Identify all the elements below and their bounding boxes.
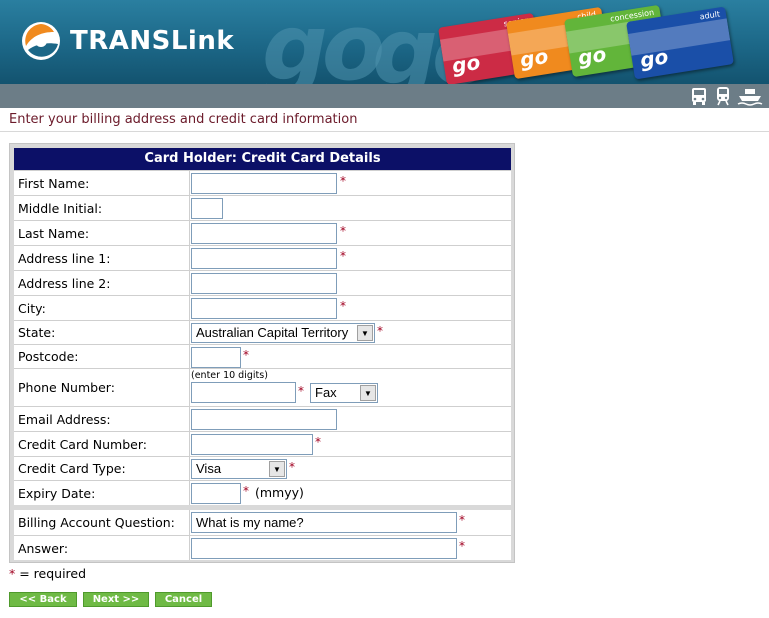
go-card-logo: go [450,49,482,78]
expiry-date-label: Expiry Date: [14,481,190,505]
row-cc-number: Credit Card Number: * [14,431,511,456]
back-button[interactable]: << Back [9,592,77,607]
middle-initial-label: Middle Initial: [14,196,190,220]
state-label: State: [14,321,190,344]
last-name-input[interactable] [191,223,337,244]
cc-type-selected-value: Visa [196,461,222,476]
required-legend: * = required [9,566,86,581]
required-marker: * [315,435,321,449]
row-postcode: Postcode: * [14,344,511,368]
phone-hint: (enter 10 digits) [191,370,268,381]
required-marker: * [340,174,346,188]
chevron-down-icon[interactable]: ▼ [269,461,285,477]
required-marker: * [377,324,383,338]
required-marker: * [340,299,346,313]
cancel-button[interactable]: Cancel [155,592,212,607]
row-answer: Answer: * [14,535,511,560]
credit-card-type-select[interactable]: Visa ▼ [191,459,287,479]
address-line-2-input[interactable] [191,273,337,294]
credit-card-number-input[interactable] [191,434,313,455]
go-card-logo: go [576,41,608,70]
required-legend-text: = required [15,566,87,581]
expiry-date-input[interactable] [191,483,241,504]
row-email: Email Address: [14,406,511,431]
row-phone: Phone Number: (enter 10 digits) * Fax ▼ [14,368,511,406]
answer-input[interactable] [191,538,457,559]
row-cc-type: Credit Card Type: Visa ▼ * [14,456,511,480]
brand-name: TRANSLink [70,26,235,56]
required-marker: * [340,249,346,263]
required-marker: * [298,384,304,398]
required-marker: * [289,460,295,474]
row-last-name: Last Name: * [14,220,511,245]
answer-label: Answer: [14,536,190,560]
address-line-2-label: Address line 2: [14,271,190,295]
chevron-down-icon[interactable]: ▼ [360,385,376,401]
navigation-buttons: << Back Next >> Cancel [9,592,218,607]
phone-number-label: Phone Number: [14,369,190,406]
credit-card-number-label: Credit Card Number: [14,432,190,456]
phone-number-input[interactable] [191,382,296,403]
state-select[interactable]: Australian Capital Territory ▼ [191,323,375,343]
row-address-1: Address line 1: * [14,245,511,270]
address-line-1-label: Address line 1: [14,246,190,270]
billing-question-label: Billing Account Question: [14,510,190,535]
translink-logo-icon [22,22,60,60]
required-marker: * [459,539,465,553]
email-address-label: Email Address: [14,407,190,431]
go-card-logo: go [518,43,550,72]
middle-initial-input[interactable] [191,198,223,219]
go-card-logo: go [638,44,670,73]
row-billing-question: Billing Account Question: What is my nam… [14,510,511,535]
transport-mode-icons [689,86,763,106]
required-marker: * [243,348,249,362]
ferry-icon [737,86,763,106]
expiry-format-hint: (mmyy) [255,485,304,500]
postcode-input[interactable] [191,347,241,368]
first-name-label: First Name: [14,171,190,195]
required-marker: * [340,224,346,238]
required-marker: * [459,513,465,527]
row-middle-initial: Middle Initial: [14,195,511,220]
row-state: State: Australian Capital Territory ▼ * [14,320,511,344]
email-address-input[interactable] [191,409,337,430]
page-instruction: Enter your billing address and credit ca… [9,112,358,127]
translink-logo[interactable]: TRANSLink [20,20,234,62]
row-expiry: Expiry Date: * (mmyy) [14,480,511,505]
billing-question-input[interactable]: What is my name? [191,512,457,533]
row-first-name: First Name: * [14,170,511,195]
row-city: City: * [14,295,511,320]
divider [0,131,769,132]
header-stripe [0,84,769,108]
required-marker: * [243,484,249,498]
next-button[interactable]: Next >> [83,592,149,607]
last-name-label: Last Name: [14,221,190,245]
header-banner: go go TRANSLink senior go child go conce… [0,0,769,84]
bus-icon [689,86,709,106]
city-input[interactable] [191,298,337,319]
phone-type-select[interactable]: Fax ▼ [310,383,378,403]
form-title: Card Holder: Credit Card Details [14,148,511,170]
city-label: City: [14,296,190,320]
credit-card-form: Card Holder: Credit Card Details First N… [9,143,515,563]
address-line-1-input[interactable] [191,248,337,269]
credit-card-type-label: Credit Card Type: [14,457,190,480]
state-selected-value: Australian Capital Territory [196,325,349,340]
phone-type-selected-value: Fax [315,385,337,400]
postcode-label: Postcode: [14,345,190,368]
ghost-go-text: go [262,0,385,84]
first-name-input[interactable] [191,173,337,194]
train-icon [713,86,733,106]
chevron-down-icon[interactable]: ▼ [357,325,373,341]
row-address-2: Address line 2: [14,270,511,295]
